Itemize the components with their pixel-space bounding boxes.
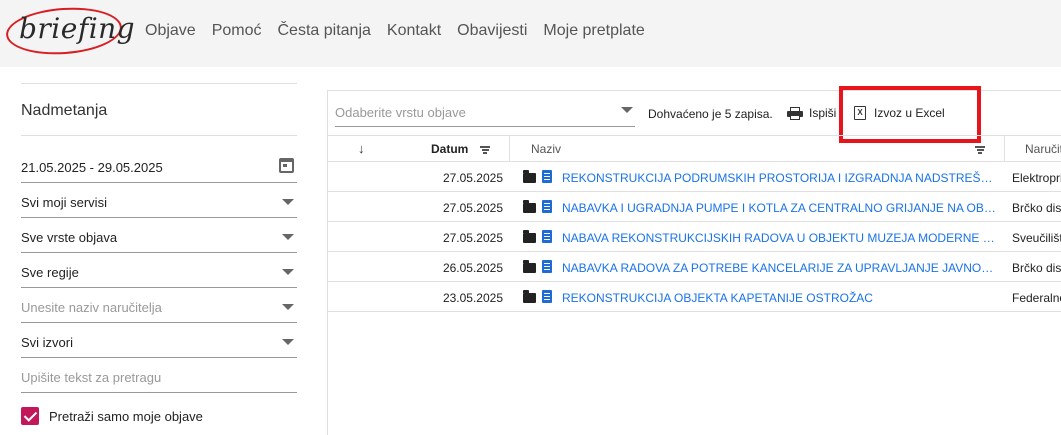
row-title-link[interactable]: NABAVA REKONSTRUKCIJSKIH RADOVA U OBJEKT… <box>562 231 996 245</box>
search-placeholder: Upišite tekst za pretragu <box>21 370 162 385</box>
row-date: 23.05.2025 <box>442 291 503 305</box>
row-narucitelj: Brčko distrikt <box>1012 261 1061 275</box>
row-date: 27.05.2025 <box>442 231 503 245</box>
chevron-down-icon <box>282 199 294 205</box>
chevron-down-icon <box>282 304 294 310</box>
contractor-input[interactable]: Unesite naziv naručitelja <box>21 288 297 323</box>
print-button[interactable]: Ispiši <box>787 106 836 120</box>
top-navigation-bar: briefing Objave Pomoć Česta pitanja Kont… <box>0 0 1061 67</box>
table-row[interactable]: 27.05.2025 NABAVA REKONSTRUKCIJSKIH RADO… <box>328 222 1061 252</box>
date-range-value: 21.05.2025 - 29.05.2025 <box>21 160 163 175</box>
results-count: Dohvaćeno je 5 zapisa. <box>648 107 773 121</box>
services-select[interactable]: Svi moji servisi <box>21 183 297 218</box>
row-date: 27.05.2025 <box>442 201 503 215</box>
document-icon[interactable] <box>542 260 552 273</box>
logo-text: briefing <box>19 12 136 45</box>
folder-icon[interactable] <box>523 259 536 273</box>
results-toolbar: Odaberite vrstu objave Dohvaćeno je 5 za… <box>328 86 1061 143</box>
print-label: Ispiši <box>809 106 837 120</box>
table-row[interactable]: 27.05.2025 REKONSTRUKCIJA PODRUMSKIH PRO… <box>328 162 1061 192</box>
document-icon[interactable] <box>542 170 552 183</box>
row-narucitelj: Federalno <box>1012 291 1061 305</box>
sources-value: Svi izvori <box>21 335 74 350</box>
chevron-down-icon <box>282 269 294 275</box>
table-body: 27.05.2025 REKONSTRUKCIJA PODRUMSKIH PRO… <box>328 162 1061 312</box>
excel-export-icon: X <box>854 106 866 120</box>
export-excel-label: Izvoz u Excel <box>874 106 945 120</box>
export-excel-button[interactable]: X Izvoz u Excel <box>854 106 945 120</box>
nav-item-objave[interactable]: Objave <box>145 22 196 40</box>
nav-item-kontakt[interactable]: Kontakt <box>387 22 441 40</box>
briefing-logo[interactable]: briefing <box>4 4 135 58</box>
nav-item-moje-pretplate[interactable]: Moje pretplate <box>543 22 644 40</box>
filter-icon[interactable] <box>975 146 985 154</box>
row-narucitelj: Brčko distrikt <box>1012 201 1061 215</box>
chevron-down-icon <box>282 234 294 240</box>
folder-icon[interactable] <box>523 199 536 213</box>
folder-icon[interactable] <box>523 289 536 303</box>
row-narucitelj: Elektroprivreda <box>1012 171 1061 185</box>
chevron-down-icon <box>282 339 294 345</box>
document-icon[interactable] <box>542 200 552 213</box>
row-title-link[interactable]: NABAVKA I UGRADNJA PUMPE I KOTLA ZA CENT… <box>562 201 996 215</box>
types-value: Sve vrste objava <box>21 230 118 245</box>
column-header-naziv[interactable]: Naziv <box>531 136 561 162</box>
only-mine-checkbox-row[interactable]: Pretraži samo moje objave <box>21 407 297 425</box>
nav-item-obavijesti[interactable]: Obavijesti <box>457 22 527 40</box>
nav-item-cesta-pitanja[interactable]: Česta pitanja <box>278 22 371 40</box>
row-narucitelj: Sveučilište <box>1012 231 1061 245</box>
document-icon[interactable] <box>542 290 552 303</box>
filter-icon[interactable] <box>480 146 490 154</box>
services-value: Svi moji servisi <box>21 195 107 210</box>
table-row[interactable]: 23.05.2025 REKONSTRUKCIJA OBJEKTA KAPETA… <box>328 282 1061 312</box>
results-panel: Odaberite vrstu objave Dohvaćeno je 5 za… <box>327 86 1061 435</box>
printer-icon <box>787 106 803 120</box>
types-select[interactable]: Sve vrste objava <box>21 218 297 253</box>
column-header-datum[interactable]: Datum <box>431 136 468 162</box>
folder-icon[interactable] <box>523 229 536 243</box>
table-row[interactable]: 26.05.2025 NABAVKA RADOVA ZA POTREBE KAN… <box>328 252 1061 282</box>
row-title-link[interactable]: REKONSTRUKCIJA OBJEKTA KAPETANIJE OSTROŽ… <box>562 291 996 305</box>
table-row[interactable]: 27.05.2025 NABAVKA I UGRADNJA PUMPE I KO… <box>328 192 1061 222</box>
row-date: 26.05.2025 <box>442 261 503 275</box>
folder-icon[interactable] <box>523 169 536 183</box>
table-header: ↓ Datum Naziv Naručitelj <box>328 135 1061 162</box>
regions-value: Sve regije <box>21 265 79 280</box>
column-divider <box>1004 136 1005 162</box>
contractor-placeholder: Unesite naziv naručitelja <box>21 300 162 315</box>
row-date: 27.05.2025 <box>442 171 503 185</box>
filter-sidebar: Nadmetanja 21.05.2025 - 29.05.2025 Svi m… <box>21 83 297 425</box>
search-text-input[interactable]: Upišite tekst za pretragu <box>21 358 297 393</box>
sources-select[interactable]: Svi izvori <box>21 323 297 358</box>
date-range-field[interactable]: 21.05.2025 - 29.05.2025 <box>21 136 297 183</box>
regions-select[interactable]: Sve regije <box>21 253 297 288</box>
document-icon[interactable] <box>542 230 552 243</box>
publication-type-placeholder: Odaberite vrstu objave <box>335 105 466 120</box>
only-mine-checkbox[interactable] <box>21 407 39 425</box>
nav-item-pomoc[interactable]: Pomoć <box>212 22 262 40</box>
column-divider <box>509 136 510 162</box>
only-mine-label: Pretraži samo moje objave <box>49 408 203 424</box>
publication-type-select[interactable]: Odaberite vrstu objave <box>335 99 635 127</box>
sort-arrow-icon[interactable]: ↓ <box>358 136 370 162</box>
calendar-icon[interactable] <box>279 158 294 173</box>
row-title-link[interactable]: REKONSTRUKCIJA PODRUMSKIH PROSTORIJA I I… <box>562 171 996 185</box>
chevron-down-icon <box>621 107 633 113</box>
row-title-link[interactable]: NABAVKA RADOVA ZA POTREBE KANCELARIJE ZA… <box>562 261 996 275</box>
column-header-narucitelj[interactable]: Naručitelj <box>1025 136 1061 162</box>
main-nav: Objave Pomoć Česta pitanja Kontakt Obavi… <box>145 22 661 40</box>
sidebar-title: Nadmetanja <box>21 84 297 136</box>
